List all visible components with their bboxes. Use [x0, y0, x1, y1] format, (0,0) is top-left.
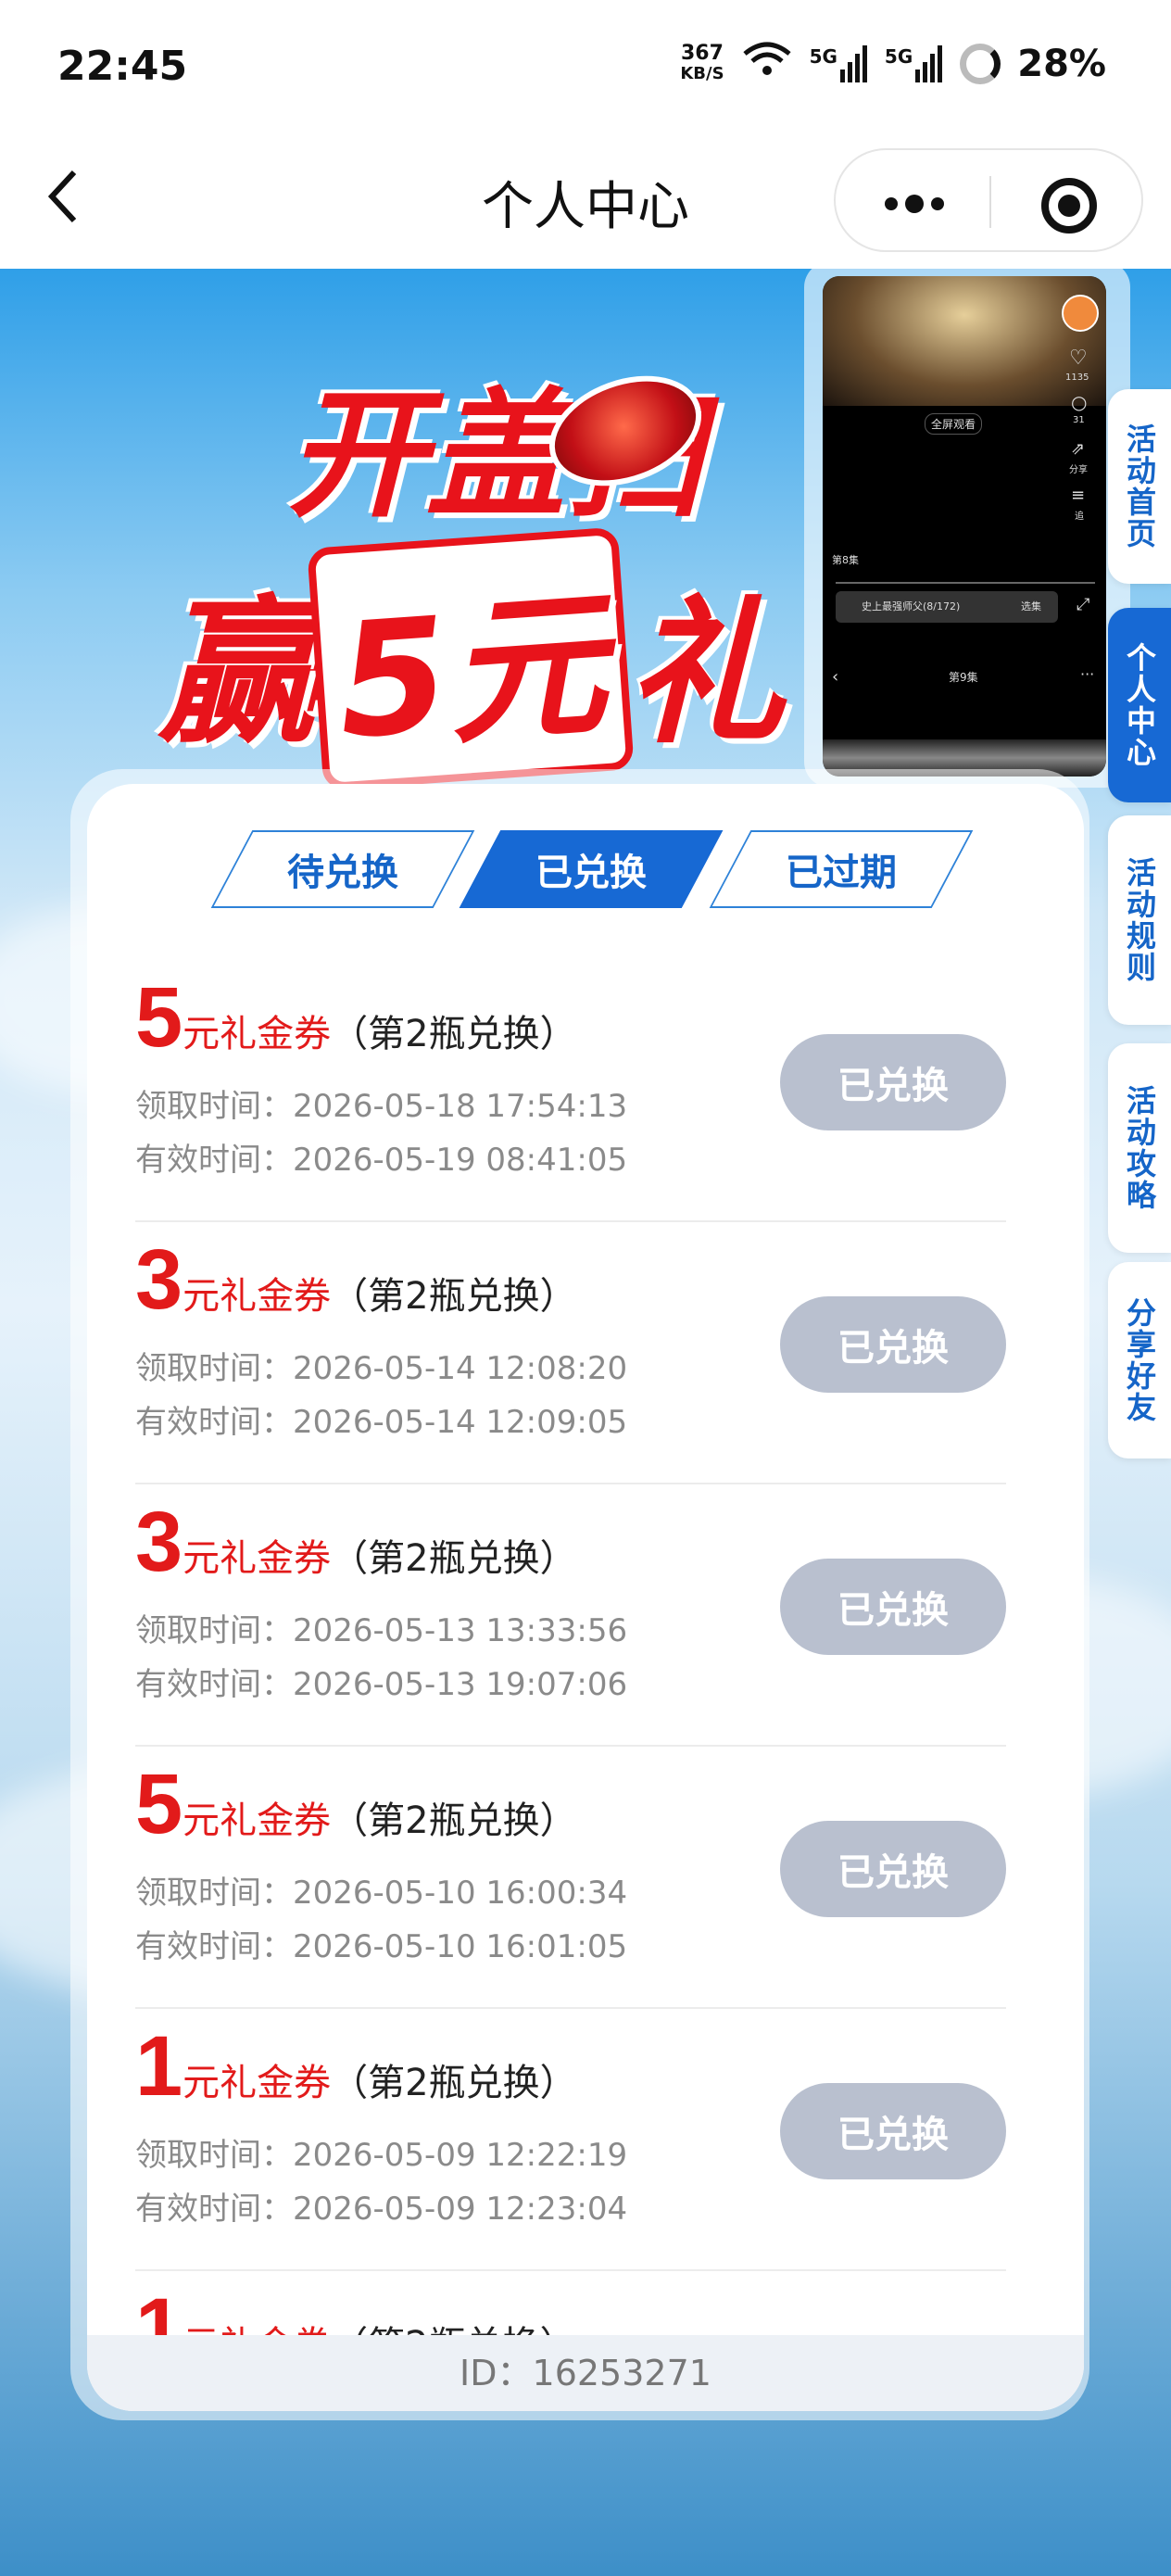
coupon-unit: 元礼金券: [183, 1013, 332, 1055]
coupon-list: 5元礼金券（第2瓶兑换） 领取时间：2026-05-18 17:54:13 有效…: [135, 960, 1006, 2411]
banner-line2: 赢 5元礼: [157, 526, 784, 791]
coupon-amount: 3: [135, 1495, 183, 1589]
follow-label: 追: [1075, 511, 1084, 522]
coupon-unit: 元礼金券: [183, 1275, 332, 1318]
comment-icon[interactable]: ○: [1071, 391, 1087, 413]
valid-time: 有效时间：2026-05-10 16:01:05: [135, 1928, 628, 1965]
coupon-card: 待兑换 已兑换 已过期 5元礼金券（第2瓶兑换） 领取时间：2026-05-18…: [87, 784, 1084, 2411]
valid-time: 有效时间：2026-05-19 08:41:05: [135, 1142, 628, 1179]
list-item: 5元礼金券（第2瓶兑换） 领取时间：2026-05-18 17:54:13 有效…: [135, 960, 1006, 1222]
coupon-unit: 元礼金券: [183, 1799, 332, 1842]
tab-redeemed[interactable]: 已兑换: [459, 830, 724, 908]
tab-bar: 待兑换 已兑换 已过期: [87, 830, 1084, 914]
like-count: 1135: [1065, 373, 1089, 383]
follow-icon[interactable]: ≡: [1071, 486, 1085, 505]
more-icon[interactable]: ···: [1080, 665, 1094, 683]
more-dots-icon[interactable]: [882, 176, 947, 243]
progress-line: [836, 582, 1095, 584]
nav-bar: 个人中心: [0, 139, 1171, 269]
redeemed-button[interactable]: 已兑换: [780, 1821, 1006, 1917]
status-icons: 367 KB/S 5G 5G 28%: [680, 41, 1106, 87]
battery-icon: [960, 44, 1001, 84]
chevron-left-icon[interactable]: ‹: [832, 667, 838, 687]
list-item: 5元礼金券（第2瓶兑换） 领取时间：2026-05-10 16:00:34 有效…: [135, 1747, 1006, 2009]
receive-time: 领取时间：2026-05-14 12:08:20: [135, 1350, 628, 1387]
coupon-amount: 5: [135, 1757, 183, 1851]
signal-icon: 5G: [810, 45, 868, 82]
receive-time: 领取时间：2026-05-09 12:22:19: [135, 2137, 628, 2174]
side-tab-guide[interactable]: 活动攻略: [1108, 1043, 1171, 1253]
side-tab-home[interactable]: 活动首页: [1108, 389, 1171, 584]
expand-icon[interactable]: ⤢: [1077, 595, 1089, 614]
coupon-note: （第2瓶兑换）: [331, 1537, 577, 1580]
list-item: 3元礼金券（第2瓶兑换） 领取时间：2026-05-13 13:33:56 有效…: [135, 1484, 1006, 1747]
share-label: 分享: [1069, 465, 1088, 475]
avatar[interactable]: [1062, 295, 1099, 332]
coupon-note: （第2瓶兑换）: [331, 2062, 577, 2104]
list-item: 3元礼金券（第2瓶兑换） 领取时间：2026-05-14 12:08:20 有效…: [135, 1222, 1006, 1484]
redeemed-button[interactable]: 已兑换: [780, 2083, 1006, 2179]
video-scene: [823, 276, 1106, 406]
valid-time: 有效时间：2026-05-09 12:23:04: [135, 2191, 628, 2228]
coupon-amount: 3: [135, 1232, 183, 1327]
coupon-amount: 5: [135, 970, 183, 1065]
signal-icon: 5G: [885, 45, 943, 82]
series-bar[interactable]: 史上最强师父(8/172) 选集: [836, 591, 1058, 623]
tab-pending[interactable]: 待兑换: [210, 830, 475, 908]
coupon-note: （第2瓶兑换）: [331, 1013, 577, 1055]
side-tab-rules[interactable]: 活动规则: [1108, 815, 1171, 1025]
valid-time: 有效时间：2026-05-14 12:09:05: [135, 1404, 628, 1441]
side-tab-share[interactable]: 分享好友: [1108, 1262, 1171, 1458]
share-icon[interactable]: ⇗: [1071, 439, 1085, 459]
receive-time: 领取时间：2026-05-13 13:33:56: [135, 1612, 628, 1649]
coupon-note: （第2瓶兑换）: [331, 1275, 577, 1318]
coupon-unit: 元礼金券: [183, 1537, 332, 1580]
side-tab-personal-center[interactable]: 个人中心: [1108, 608, 1171, 802]
redeemed-button[interactable]: 已兑换: [780, 1559, 1006, 1655]
redeemed-button[interactable]: 已兑换: [780, 1296, 1006, 1393]
user-id-footer: ID：16253271: [87, 2335, 1084, 2411]
target-icon[interactable]: [1041, 178, 1097, 234]
wifi-icon: [741, 41, 793, 87]
heart-icon[interactable]: ♡: [1069, 347, 1088, 370]
next-episode: 第9集: [949, 671, 978, 684]
receive-time: 领取时间：2026-05-10 16:00:34: [135, 1875, 628, 1912]
episode-label: 第8集: [832, 554, 859, 566]
coupon-amount: 1: [135, 2019, 183, 2114]
valid-time: 有效时间：2026-05-13 19:07:06: [135, 1666, 628, 1703]
collect-button[interactable]: 选集: [1021, 599, 1041, 613]
banner-amount: 5元: [307, 526, 636, 791]
list-item: 1元礼金券（第2瓶兑换） 领取时间：2026-05-09 12:22:19 有效…: [135, 2009, 1006, 2271]
video-player[interactable]: 全屏观看 ♡ 1135 ○ 31 ⇗ 分享 ≡ 追 第8集 史上最强师父(8/1…: [823, 276, 1106, 777]
redeemed-button[interactable]: 已兑换: [780, 1034, 1006, 1130]
coupon-unit: 元礼金券: [183, 2062, 332, 2104]
tab-expired[interactable]: 已过期: [709, 830, 974, 908]
network-speed: 367 KB/S: [680, 42, 724, 84]
floating-video-window[interactable]: 全屏观看 ♡ 1135 ○ 31 ⇗ 分享 ≡ 追 第8集 史上最强师父(8/1…: [804, 261, 1130, 788]
mini-program-capsule: [834, 148, 1143, 252]
receive-time: 领取时间：2026-05-18 17:54:13: [135, 1088, 628, 1125]
status-time: 22:45: [57, 43, 188, 90]
capsule-divider: [989, 176, 991, 228]
comment-count: 31: [1073, 415, 1085, 425]
coupon-note: （第2瓶兑换）: [331, 1799, 577, 1842]
fullscreen-button[interactable]: 全屏观看: [925, 413, 983, 435]
battery-percent: 28%: [1017, 43, 1106, 85]
promo-banner: 开盖扫码 赢5元礼: [157, 343, 825, 791]
status-bar: 22:45 367 KB/S 5G 5G 28%: [0, 0, 1171, 139]
series-title: 史上最强师父(8/172): [862, 600, 961, 612]
